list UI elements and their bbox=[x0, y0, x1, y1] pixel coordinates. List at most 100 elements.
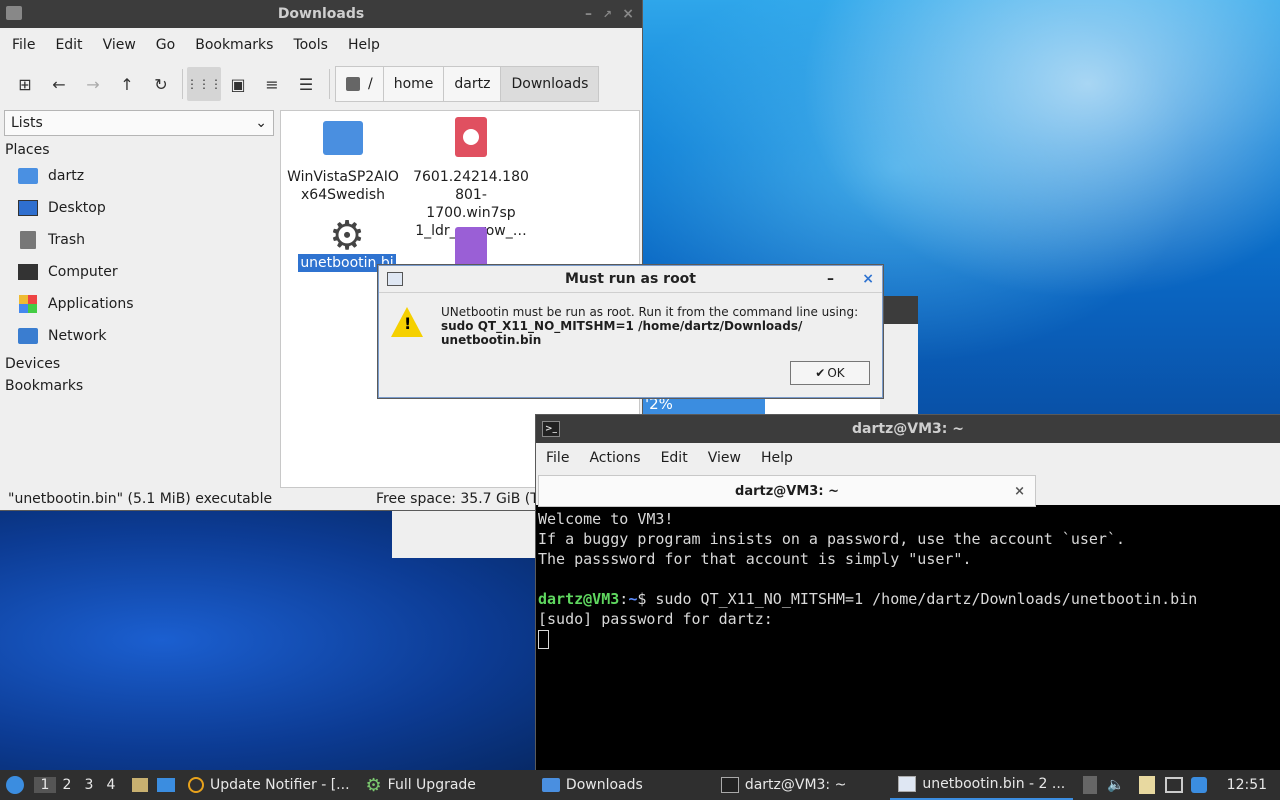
file-item-disc-image[interactable]: 7601.24214.180 801-1700.win7sp 1_ldr_esc… bbox=[411, 117, 531, 240]
bookmarks-header[interactable]: Bookmarks bbox=[2, 374, 276, 396]
file-item-folder[interactable]: WinVistaSP2AIO x64Swedish bbox=[283, 119, 403, 204]
terminal-icon bbox=[720, 777, 739, 793]
dialog-title: Must run as root bbox=[565, 271, 696, 287]
compact-view-button[interactable]: ≡ bbox=[255, 67, 289, 101]
file-manager-titlebar[interactable]: Downloads – ↗ × bbox=[0, 0, 642, 28]
path-downloads-button[interactable]: Downloads bbox=[500, 66, 600, 102]
new-tab-icon: ⊞ bbox=[18, 74, 32, 94]
terminal-tab[interactable]: dartz@VM3: ~ × bbox=[538, 475, 1036, 507]
applications-icon bbox=[19, 295, 37, 313]
back-button[interactable]: ← bbox=[42, 67, 76, 101]
thumbnail-view-button[interactable]: ▣ bbox=[221, 67, 255, 101]
trash-icon bbox=[20, 231, 36, 249]
terminal-icon: >_ bbox=[542, 421, 560, 437]
image-icon: ▣ bbox=[230, 74, 246, 94]
detailed-view-button[interactable]: ☰ bbox=[289, 67, 323, 101]
task-update-notifier[interactable]: Update Notifier - [... bbox=[180, 770, 358, 800]
prompt-separator: : bbox=[619, 590, 629, 608]
disc-icon bbox=[463, 129, 479, 145]
check-icon: ✔ bbox=[815, 366, 826, 380]
path-root-button[interactable]: / bbox=[335, 66, 384, 102]
terminal-cursor-line bbox=[538, 629, 1278, 649]
menu-view[interactable]: View bbox=[93, 37, 146, 53]
distro-logo-icon bbox=[6, 776, 24, 794]
file-manager-launcher[interactable] bbox=[130, 777, 150, 793]
network-tray-icon[interactable] bbox=[1164, 777, 1183, 793]
maximize-icon[interactable]: ↗ bbox=[603, 8, 612, 21]
workspace-1[interactable]: 1 bbox=[34, 777, 56, 793]
sidebar-item-trash[interactable]: Trash bbox=[2, 224, 276, 256]
start-menu-button[interactable] bbox=[0, 770, 30, 800]
dialog-command-line2: unetbootin.bin bbox=[441, 333, 542, 347]
ok-button-label: OK bbox=[827, 366, 845, 380]
dialog-titlebar[interactable]: Must run as root – × bbox=[379, 266, 882, 293]
workspace-4[interactable]: 4 bbox=[100, 777, 122, 793]
close-icon[interactable]: × bbox=[622, 6, 634, 22]
reload-icon: ↻ bbox=[154, 74, 168, 94]
devices-header[interactable]: Devices bbox=[2, 352, 276, 374]
task-downloads[interactable]: Downloads bbox=[534, 770, 651, 800]
icon-view-button[interactable]: ⋮⋮⋮ bbox=[186, 67, 222, 101]
terminal-titlebar[interactable]: >_ dartz@VM3: ~ bbox=[536, 415, 1280, 443]
path-dartz-button[interactable]: dartz bbox=[443, 66, 502, 102]
tray-scroll-icon[interactable] bbox=[1083, 776, 1098, 794]
gear-icon: ⚙ bbox=[329, 213, 365, 259]
menu-help[interactable]: Help bbox=[338, 37, 390, 53]
menu-edit[interactable]: Edit bbox=[651, 450, 698, 466]
sudo-prompt: [sudo] password for dartz: bbox=[538, 610, 773, 628]
terminal-cursor bbox=[538, 630, 549, 649]
sidebar-item-label: Computer bbox=[48, 264, 118, 280]
menu-view[interactable]: View bbox=[698, 450, 751, 466]
terminal-command: sudo QT_X11_NO_MITSHM=1 /home/dartz/Down… bbox=[655, 590, 1198, 608]
terminal-tab-label: dartz@VM3: ~ bbox=[735, 483, 839, 499]
terminal-tab-bar: dartz@VM3: ~ × bbox=[536, 473, 1280, 507]
task-full-upgrade[interactable]: ⚙ Full Upgrade bbox=[358, 770, 484, 800]
side-panel-mode-select[interactable]: Lists ⌄ bbox=[4, 110, 274, 136]
sidebar-item-label: Desktop bbox=[48, 200, 106, 216]
minimize-icon[interactable]: – bbox=[585, 6, 592, 22]
menu-file[interactable]: File bbox=[536, 450, 579, 466]
prompt-path: ~ bbox=[628, 590, 638, 608]
sidebar-item-dartz[interactable]: dartz bbox=[2, 160, 276, 192]
workspace-2[interactable]: 2 bbox=[56, 777, 78, 793]
menu-tools[interactable]: Tools bbox=[283, 37, 338, 53]
disc-image-icon bbox=[455, 117, 487, 157]
background-window-side bbox=[880, 324, 918, 414]
task-unetbootin[interactable]: unetbootin.bin - 2 ... bbox=[890, 770, 1074, 800]
new-tab-button[interactable]: ⊞ bbox=[8, 67, 42, 101]
up-button[interactable]: ↑ bbox=[110, 67, 144, 101]
file-name: 7601.24214.180 bbox=[413, 169, 529, 185]
compact-list-icon: ≡ bbox=[265, 74, 279, 94]
minimize-icon[interactable]: – bbox=[827, 271, 834, 287]
warning-icon: ! bbox=[391, 307, 423, 337]
path-home-button[interactable]: home bbox=[382, 66, 445, 102]
prompt-user: dartz@VM3 bbox=[538, 590, 620, 608]
clipboard-icon[interactable] bbox=[1138, 776, 1155, 794]
close-icon[interactable]: × bbox=[862, 271, 874, 287]
menu-go[interactable]: Go bbox=[146, 37, 185, 53]
close-tab-icon[interactable]: × bbox=[1014, 484, 1025, 499]
sidebar-item-desktop[interactable]: Desktop bbox=[2, 192, 276, 224]
menu-help[interactable]: Help bbox=[751, 450, 803, 466]
clock[interactable]: 12:51 bbox=[1227, 777, 1267, 793]
volume-icon[interactable]: 🔈 bbox=[1107, 777, 1124, 793]
menu-actions[interactable]: Actions bbox=[579, 450, 650, 466]
ok-button[interactable]: ✔ OK bbox=[790, 361, 870, 385]
show-desktop-launcher[interactable] bbox=[156, 777, 176, 793]
arrow-up-icon: ↑ bbox=[120, 74, 134, 94]
forward-button[interactable]: → bbox=[76, 67, 110, 101]
sidebar-item-applications[interactable]: Applications bbox=[2, 288, 276, 320]
sidebar-item-computer[interactable]: Computer bbox=[2, 256, 276, 288]
task-terminal[interactable]: dartz@VM3: ~ bbox=[713, 770, 855, 800]
places-header[interactable]: Places bbox=[2, 136, 276, 160]
menu-file[interactable]: File bbox=[2, 37, 45, 53]
menu-bookmarks[interactable]: Bookmarks bbox=[185, 37, 283, 53]
sidebar-item-network[interactable]: Network bbox=[2, 320, 276, 352]
warning-exclamation: ! bbox=[404, 314, 412, 333]
reload-button[interactable]: ↻ bbox=[144, 67, 178, 101]
workspace-3[interactable]: 3 bbox=[78, 777, 100, 793]
terminal-output[interactable]: Welcome to VM3! If a buggy program insist… bbox=[536, 505, 1280, 653]
updates-tray-icon[interactable] bbox=[1190, 777, 1207, 793]
menu-edit[interactable]: Edit bbox=[45, 37, 92, 53]
status-selection: "unetbootin.bin" (5.1 MiB) executable bbox=[8, 491, 273, 507]
